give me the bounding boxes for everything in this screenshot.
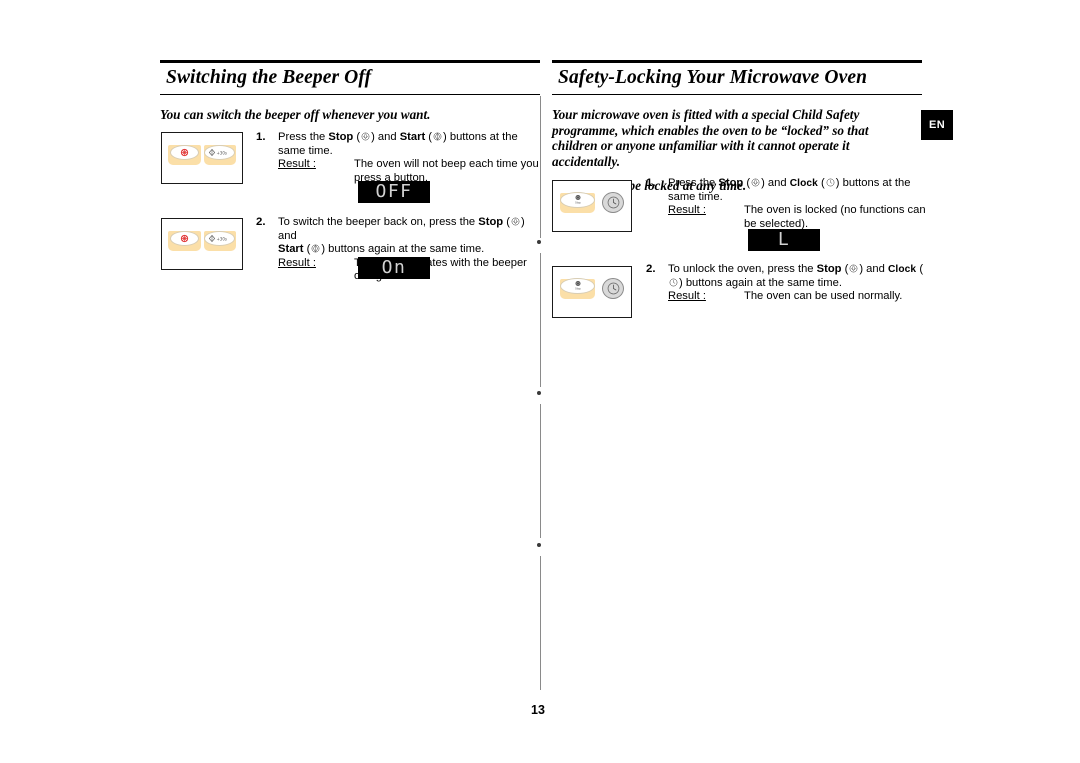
right-step-1: 1. Press the Stop () and Clock () button… bbox=[646, 177, 926, 231]
column-divider-segment bbox=[540, 253, 541, 387]
left-step-1-result-label: Result : bbox=[278, 158, 316, 171]
svg-text:+30s: +30s bbox=[216, 236, 227, 241]
step-text-part: ( bbox=[353, 131, 361, 143]
clock-icon bbox=[669, 278, 678, 286]
step-text-part: ) and bbox=[371, 131, 400, 143]
stop-button-name: Stop bbox=[328, 131, 354, 143]
left-step-1-text: Press the Stop () and Start () buttons a… bbox=[278, 131, 541, 158]
heading-rule-bottom bbox=[160, 94, 540, 95]
start-icon bbox=[311, 244, 320, 253]
left-section-heading: Switching the Beeper Off bbox=[160, 60, 540, 95]
manual-page: Switching the Beeper Off You can switch … bbox=[0, 0, 1080, 763]
right-step-1-number: 1. bbox=[646, 177, 656, 189]
column-divider-dot bbox=[537, 391, 541, 395]
start-plus-30s-key: +30s bbox=[203, 144, 236, 165]
left-heading-text: Switching the Beeper Off bbox=[166, 67, 372, 88]
led-display-lock: L bbox=[748, 229, 820, 251]
stop-icon bbox=[849, 264, 858, 273]
language-badge: EN bbox=[921, 110, 953, 140]
right-step-2-text: To unlock the oven, press the Stop ( ) an… bbox=[668, 263, 931, 290]
stop-icon: Stop bbox=[575, 281, 581, 291]
column-divider-segment bbox=[540, 404, 541, 538]
stop-key: Stop bbox=[560, 277, 595, 299]
right-section-heading: Safety-Locking Your Microwave Oven bbox=[552, 60, 922, 95]
step-text-part: Press the bbox=[278, 131, 329, 143]
column-divider-dot bbox=[537, 240, 541, 244]
control-panel-image-beeper-1: +30s bbox=[161, 132, 243, 184]
right-step-1-result-text: The oven is locked (no functions can be … bbox=[744, 204, 926, 230]
stop-icon bbox=[180, 234, 188, 242]
stop-button-name: Stop bbox=[816, 263, 842, 275]
column-divider-segment bbox=[540, 556, 541, 690]
right-step-2-number: 2. bbox=[646, 263, 656, 275]
stop-icon bbox=[511, 217, 520, 226]
right-step-1-result-label: Result : bbox=[668, 204, 706, 217]
step-text-part: ) buttons again at the same time. bbox=[679, 276, 842, 289]
clock-icon bbox=[826, 178, 835, 187]
step-text-part: ) and bbox=[859, 263, 888, 275]
svg-text:Stop: Stop bbox=[575, 287, 581, 291]
start-plus-30s-icon: +30s bbox=[208, 148, 227, 156]
stop-key bbox=[168, 144, 201, 165]
right-lead-text: Your microwave oven is fitted with a spe… bbox=[552, 107, 869, 169]
left-lead-text: You can switch the beeper off whenever y… bbox=[160, 107, 431, 122]
step-text-part: ) buttons again at the same time. bbox=[321, 243, 485, 256]
svg-text:Stop: Stop bbox=[575, 201, 581, 205]
stop-button-name: Stop bbox=[718, 177, 744, 189]
led-display-on: On bbox=[358, 257, 430, 279]
heading-rule-bottom bbox=[552, 94, 922, 95]
column-divider-segment bbox=[540, 96, 541, 238]
clock-icon bbox=[607, 196, 619, 209]
control-panel-image-lock-1: Stop bbox=[552, 180, 632, 232]
led-text: L bbox=[777, 229, 791, 250]
left-step-2-text: To switch the beeper back on, press the … bbox=[278, 216, 541, 257]
step-text-part: Press the bbox=[668, 177, 719, 189]
stop-key bbox=[168, 230, 201, 251]
right-heading-text: Safety-Locking Your Microwave Oven bbox=[558, 67, 868, 88]
right-column: Safety-Locking Your Microwave Oven Your … bbox=[552, 60, 922, 194]
stop-icon bbox=[751, 178, 760, 187]
start-plus-30s-key: +30s bbox=[203, 230, 236, 251]
step-text-part: To unlock the oven, press the bbox=[668, 263, 817, 275]
language-badge-label: EN bbox=[928, 119, 946, 131]
right-step-2-result-text: The oven can be used normally. bbox=[744, 290, 903, 303]
led-text: OFF bbox=[375, 181, 413, 202]
step-text-part: ( bbox=[503, 216, 510, 228]
step-text-part: ) and bbox=[761, 177, 790, 189]
clock-button-name: Clock bbox=[789, 178, 818, 189]
left-column: Switching the Beeper Off You can switch … bbox=[160, 60, 540, 123]
stop-key: Stop bbox=[560, 191, 595, 213]
step-text-part: ( bbox=[841, 263, 849, 275]
step-text-part: ( bbox=[919, 263, 924, 275]
clock-icon bbox=[607, 282, 619, 295]
step-text-part: To switch the beeper back on, press the bbox=[278, 216, 479, 228]
left-step-2-number: 2. bbox=[256, 216, 266, 228]
start-button-name: Start bbox=[278, 243, 304, 256]
stop-button-name: Stop bbox=[478, 216, 504, 228]
start-button-name: Start bbox=[399, 131, 426, 143]
start-icon bbox=[433, 132, 442, 141]
right-step-2: 2. To unlock the oven, press the Stop ()… bbox=[646, 263, 931, 304]
start-plus-30s-icon: +30s bbox=[208, 234, 227, 242]
clock-key bbox=[602, 192, 624, 213]
left-step-1: 1. Press the Stop () and Start () button… bbox=[256, 131, 541, 185]
column-divider-dot bbox=[537, 543, 541, 547]
led-display-off: OFF bbox=[358, 181, 430, 203]
stop-icon bbox=[180, 148, 188, 156]
control-panel-image-lock-2: Stop bbox=[552, 266, 632, 318]
svg-text:+30s: +30s bbox=[216, 150, 227, 155]
clock-key bbox=[602, 278, 624, 299]
right-step-2-result-label: Result : bbox=[668, 290, 706, 303]
left-step-1-number: 1. bbox=[256, 131, 266, 143]
stop-icon: Stop bbox=[575, 195, 581, 205]
stop-icon bbox=[361, 132, 370, 141]
right-step-1-text: Press the Stop () and Clock () buttons a… bbox=[668, 177, 926, 204]
step-text-part: ( bbox=[743, 177, 751, 189]
led-text: On bbox=[381, 257, 407, 278]
clock-button-name: Clock bbox=[887, 264, 917, 275]
left-step-2-result-label: Result : bbox=[278, 256, 316, 269]
page-number: 13 bbox=[531, 703, 545, 717]
control-panel-image-beeper-2: +30s bbox=[161, 218, 243, 270]
